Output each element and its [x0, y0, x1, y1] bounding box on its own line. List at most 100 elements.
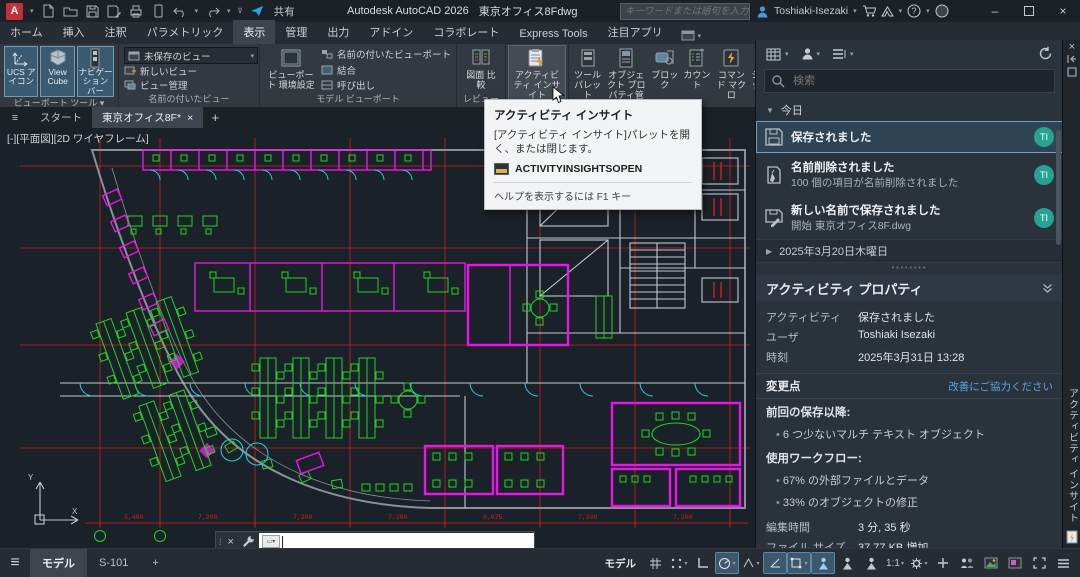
view-manager-button[interactable]: ビュー管理	[124, 78, 258, 92]
viewport-controls-label[interactable]: [-][平面図][2D ワイヤフレーム]	[7, 131, 149, 146]
activity-item-purged[interactable]: 名前削除されました 100 個の項目が名前削除されました TI	[756, 153, 1063, 196]
refresh-button[interactable]	[1038, 46, 1053, 61]
layout-tab-s101[interactable]: S-101	[87, 549, 140, 577]
event-filter-button[interactable]: ▾	[832, 48, 854, 60]
qat-customize-icon[interactable]: ⊽	[238, 7, 243, 15]
tab-view[interactable]: 表示	[233, 20, 275, 44]
plot-icon[interactable]	[129, 4, 144, 19]
user-icon[interactable]	[756, 5, 769, 18]
date-filter-button[interactable]: ▾	[766, 47, 789, 61]
workspace-switching-button[interactable]: ▾	[908, 553, 930, 573]
activity-search-input[interactable]	[791, 74, 1048, 88]
command-line-grip[interactable]: ⁞	[216, 537, 224, 547]
undo-icon[interactable]	[173, 4, 188, 19]
tab-annotate[interactable]: 注釈	[95, 20, 137, 44]
panel-title-viewport-tools[interactable]: ビューポート ツール ▾	[0, 97, 118, 107]
collapse-section-icon[interactable]	[1042, 283, 1053, 294]
annotation-scale-sync-toggle[interactable]	[860, 553, 882, 573]
activity-search[interactable]	[764, 69, 1055, 93]
share-label[interactable]: 共有	[274, 4, 295, 19]
tab-start[interactable]: スタート	[30, 107, 92, 128]
autodesk-logo-icon[interactable]	[881, 6, 894, 17]
ortho-toggle[interactable]	[692, 553, 714, 573]
ucs-icon-toggle[interactable]: UCS アイコン	[4, 46, 38, 97]
tab-addins[interactable]: アドイン	[359, 20, 423, 44]
view-cube-toggle[interactable]: View Cube	[40, 46, 74, 97]
graphics-performance-button[interactable]	[980, 553, 1002, 573]
redo-icon[interactable]	[205, 4, 220, 19]
clean-screen-button[interactable]	[1028, 553, 1050, 573]
app-menu-button[interactable]: A	[6, 3, 23, 20]
notification-icon[interactable]	[935, 4, 949, 18]
model-tab[interactable]: モデル	[30, 549, 87, 577]
tab-collaborate[interactable]: コラボレート	[423, 20, 509, 44]
activity-properties-header[interactable]: アクティビティ プロパティ	[756, 275, 1063, 301]
units-button[interactable]	[956, 553, 978, 573]
panel-title-named-views[interactable]: 名前の付いたビュー	[119, 93, 259, 107]
app-menu-caret-icon[interactable]: ▾	[30, 7, 34, 15]
user-name[interactable]: Toshiaki-Isezaki	[774, 5, 848, 17]
tab-express-tools[interactable]: Express Tools	[509, 24, 597, 44]
help-icon[interactable]: ?	[907, 4, 921, 18]
annotation-visibility-toggle[interactable]	[812, 553, 834, 573]
new-view-button[interactable]: 新しいビュー	[124, 64, 258, 78]
tab-home[interactable]: ホーム	[0, 20, 53, 44]
auto-hide-icon[interactable]	[1067, 54, 1077, 64]
tab-featured-apps[interactable]: 注目アプリ	[598, 20, 673, 44]
command-macros-button[interactable]: コマンド マクロ	[713, 46, 749, 111]
tab-drawing-close-icon[interactable]: ×	[187, 112, 193, 124]
drawing-compare-button[interactable]: 図面 比較	[460, 46, 502, 93]
save-as-icon[interactable]	[107, 4, 122, 19]
customization-button[interactable]	[1052, 553, 1074, 573]
help-caret-icon[interactable]: ▾	[926, 7, 930, 15]
named-viewports-button[interactable]: 名前の付いたビューポート	[321, 47, 451, 61]
minimize-button[interactable]: –	[978, 0, 1012, 22]
annotation-monitor-button[interactable]	[932, 553, 954, 573]
share-icon[interactable]	[250, 4, 265, 19]
restore-viewports-button[interactable]: 呼び出し	[321, 78, 451, 92]
save-icon[interactable]	[85, 4, 100, 19]
open-file-icon[interactable]	[63, 4, 78, 19]
annotation-autoscale-toggle[interactable]	[836, 553, 858, 573]
tab-insert[interactable]: 挿入	[53, 20, 95, 44]
polar-tracking-toggle[interactable]: ▾	[716, 553, 738, 573]
close-button[interactable]: ×	[1046, 0, 1080, 22]
command-line-close-icon[interactable]: ×	[224, 536, 238, 548]
panel-title-model-viewports[interactable]: モデル ビューポート	[260, 93, 456, 107]
activity-item-saved-as[interactable]: 新しい名前で保存されました 開始 東京オフィス8F.dwg TI	[756, 196, 1063, 239]
command-recent-icon[interactable]: ▭▾	[262, 535, 280, 548]
tab-manage[interactable]: 管理	[275, 20, 317, 44]
layout-menu-icon[interactable]: ≡	[0, 554, 30, 572]
palette-scrollbar[interactable]	[1056, 130, 1061, 245]
wrench-icon[interactable]	[242, 535, 255, 548]
help-search-input[interactable]	[621, 6, 753, 17]
view-dropdown[interactable]: 未保存のビュー ▾	[124, 47, 258, 64]
annotation-scale-button[interactable]: 1:1▾	[884, 553, 906, 573]
undo-caret-icon[interactable]: ▾	[195, 7, 199, 15]
restore-button[interactable]	[1012, 0, 1046, 22]
activity-item-saved[interactable]: 保存されました TI	[756, 121, 1063, 153]
snap-toggle[interactable]: ▾	[668, 553, 690, 573]
ribbon-display-toggle[interactable]: ▾	[681, 30, 702, 44]
object-snap-tracking-toggle[interactable]	[764, 553, 786, 573]
user-caret-icon[interactable]: ▾	[853, 7, 857, 15]
tab-output[interactable]: 出力	[317, 20, 359, 44]
redo-caret-icon[interactable]: ▾	[227, 7, 231, 15]
grid-toggle[interactable]	[644, 553, 666, 573]
help-search[interactable]	[620, 3, 750, 20]
user-filter-button[interactable]: ▾	[801, 47, 821, 60]
new-file-icon[interactable]	[41, 4, 56, 19]
object-snap-toggle[interactable]: ▾	[788, 553, 810, 573]
palette-properties-icon[interactable]	[1067, 67, 1077, 77]
file-tab-menu-icon[interactable]: ≡	[0, 107, 30, 128]
palette-close-icon[interactable]: ×	[1069, 40, 1075, 54]
new-drawing-tab-button[interactable]: +	[203, 107, 227, 128]
model-space-button[interactable]: モデル	[599, 553, 643, 573]
tab-drawing[interactable]: 東京オフィス8F* ×	[92, 107, 203, 128]
isodraft-toggle[interactable]: ▾	[740, 553, 762, 573]
tab-parametric[interactable]: パラメトリック	[137, 20, 234, 44]
join-viewports-button[interactable]: 結合	[321, 63, 451, 77]
feedback-link[interactable]: 改善にご協力ください	[948, 379, 1053, 394]
group-today[interactable]: ▼ 今日	[756, 99, 1063, 121]
mobile-icon[interactable]	[151, 4, 166, 19]
